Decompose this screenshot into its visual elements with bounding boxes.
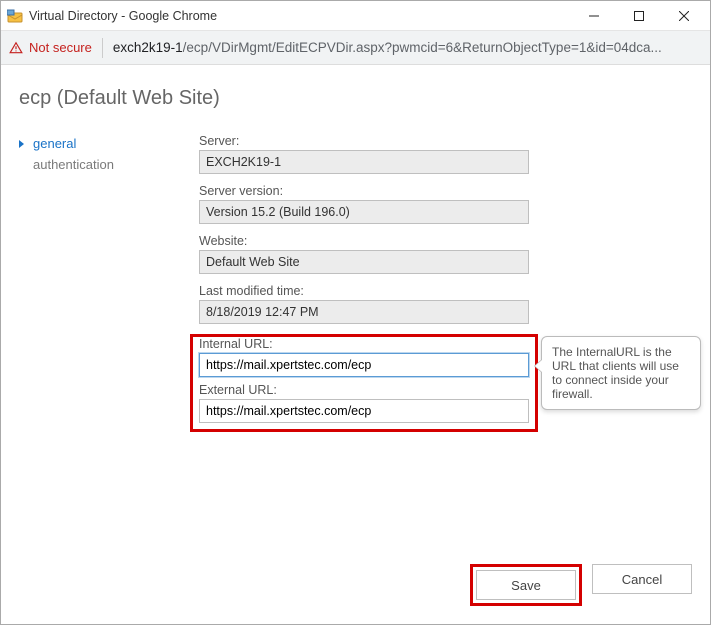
external-url-input[interactable]	[199, 399, 529, 423]
modified-value: 8/18/2019 12:47 PM	[199, 300, 529, 324]
url-host: exch2k19-1	[113, 40, 183, 55]
internal-url-input[interactable]	[199, 353, 529, 377]
sidebar-item-general[interactable]: general	[19, 134, 199, 155]
window-minimize-button[interactable]	[571, 2, 616, 30]
save-button-highlight: Save	[470, 564, 582, 606]
security-indicator[interactable]: Not secure	[9, 38, 103, 58]
window-close-button[interactable]	[661, 2, 706, 30]
internal-url-label: Internal URL:	[199, 337, 529, 351]
server-label: Server:	[199, 134, 529, 148]
website-label: Website:	[199, 234, 529, 248]
url-fields-highlight: Internal URL: External URL:	[190, 334, 538, 432]
sidebar-item-authentication[interactable]: authentication	[19, 155, 199, 176]
tooltip-text: The InternalURL is the URL that clients …	[552, 345, 679, 401]
window-maximize-button[interactable]	[616, 2, 661, 30]
sidebar-item-label: general	[33, 136, 76, 151]
server-value: EXCH2K19-1	[199, 150, 529, 174]
warning-icon	[9, 41, 23, 55]
window-titlebar: Virtual Directory - Google Chrome	[1, 1, 710, 31]
modified-label: Last modified time:	[199, 284, 529, 298]
sidebar-item-label: authentication	[33, 157, 114, 172]
page-title: ecp (Default Web Site)	[19, 87, 692, 110]
url-path: /ecp/VDirMgmt/EditECPVDir.aspx?pwmcid=6&…	[183, 40, 662, 55]
website-value: Default Web Site	[199, 250, 529, 274]
cancel-button[interactable]: Cancel	[592, 564, 692, 594]
version-value: Version 15.2 (Build 196.0)	[199, 200, 529, 224]
browser-address-bar: Not secure exch2k19-1/ecp/VDirMgmt/EditE…	[1, 31, 710, 65]
url-text[interactable]: exch2k19-1/ecp/VDirMgmt/EditECPVDir.aspx…	[113, 40, 702, 55]
window-favicon	[7, 8, 23, 24]
sidebar-nav: general authentication	[19, 134, 199, 176]
security-label: Not secure	[29, 40, 92, 55]
internal-url-tooltip: The InternalURL is the URL that clients …	[541, 336, 701, 410]
window-title: Virtual Directory - Google Chrome	[29, 9, 571, 23]
form-panel: Server: EXCH2K19-1 Server version: Versi…	[199, 134, 529, 432]
dialog-footer: Save Cancel	[470, 564, 692, 606]
version-label: Server version:	[199, 184, 529, 198]
save-button[interactable]: Save	[476, 570, 576, 600]
external-url-label: External URL:	[199, 383, 529, 397]
